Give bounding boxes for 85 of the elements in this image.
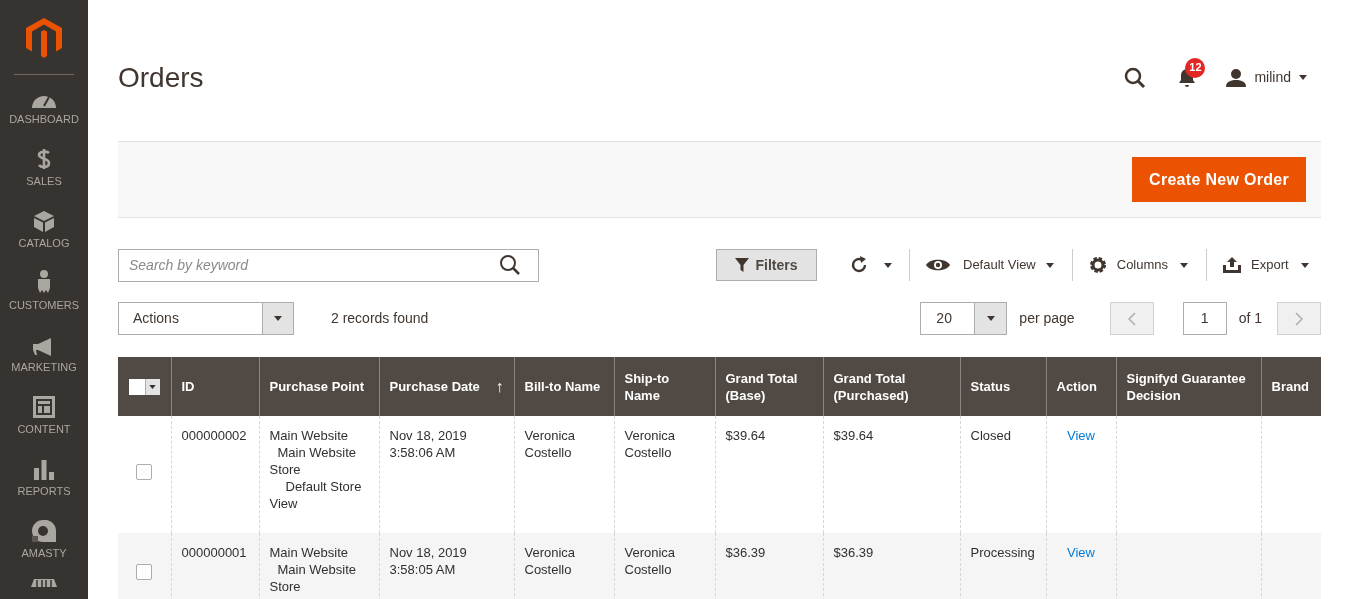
table-cell: Nov 18, 2019 3:58:06 AM [389,428,467,460]
table-cell-text: Main Website [269,544,349,561]
table-cell: 000000002 [181,428,247,443]
table-cell: $36.39 [833,545,874,560]
caret-icon [884,262,892,268]
table-cell: Veronica Costello [624,545,676,577]
user-menu[interactable]: milind [1226,67,1307,88]
create-new-order-button[interactable]: Create New Order [1132,157,1306,202]
caret-icon [1300,262,1309,268]
table-cell: Veronica Costello [624,428,676,460]
export-menu[interactable]: Export [1207,249,1309,281]
view-menu[interactable]: Default View [910,249,1073,281]
page-number-field[interactable]: 1 [1182,302,1227,335]
table-cell-text: Main Website [269,427,349,444]
layout-icon [33,395,55,418]
caret-icon [274,316,282,321]
table-cell: Processing [970,545,1035,560]
box-icon [34,210,54,232]
per-page-dropdown[interactable]: 20 [920,302,1008,335]
letter-a-icon [32,519,56,542]
dollar-icon [37,147,51,170]
person-icon [37,269,51,294]
table-cell: $39.64 [833,428,874,443]
view-link[interactable]: View [1067,545,1095,560]
caret-icon [1299,75,1307,80]
column-header[interactable]: ID [171,357,259,416]
select-all-dropdown[interactable] [128,378,160,395]
sidebar-item[interactable]: CATALOG [0,197,88,259]
columns-menu[interactable]: Columns [1072,249,1208,281]
table-cell-text: Main Website Store [269,561,357,595]
column-header[interactable]: Grand Total (Base) [715,357,823,416]
refresh-button[interactable] [850,249,910,281]
per-page-label: per page [1019,309,1075,328]
page-total: of 1 [1238,309,1262,328]
user-icon [1226,68,1247,87]
sidebar-item[interactable]: SALES [0,135,88,197]
notification-count: 12 [1185,57,1206,78]
table-cell: 000000001 [181,545,247,560]
bar-chart-icon [34,459,54,480]
sidebar-item[interactable]: MARKETING [0,321,88,383]
caret-icon [1180,262,1189,268]
view-link[interactable]: View [1067,428,1095,443]
column-header[interactable]: Grand Total (Purchased) [823,357,960,416]
sort-icon: ↑ [495,378,504,395]
caret-icon [149,384,157,389]
column-header[interactable]: Signifyd Guarantee Decision [1116,357,1261,416]
filter-icon [735,258,750,272]
chevron-right-icon [1295,311,1303,326]
sidebar-item[interactable]: AMASTY [0,507,88,569]
gear-icon [1088,256,1107,274]
upload-icon [1223,257,1242,273]
page-title: Orders [118,60,205,95]
sidebar-item[interactable]: CONTENT [0,383,88,445]
column-header[interactable]: Status [960,357,1046,416]
eye-icon [926,258,950,272]
table-cell: $39.64 [725,428,766,443]
table-cell: $36.39 [725,545,766,560]
logo-icon [26,18,62,58]
table-cell-text: Main Website Store [269,444,357,478]
filters-button[interactable]: Filters [716,249,817,281]
sidebar-item[interactable]: CUSTOMERS [0,259,88,321]
column-header[interactable]: Purchase Point [259,357,379,416]
column-header[interactable]: Action [1046,357,1116,416]
row-checkbox[interactable] [136,563,153,580]
search-field[interactable]: Search by keyword [118,248,539,282]
table-cell-text: Default Store View [269,478,363,512]
column-header[interactable]: Bill-to Name [514,357,614,416]
table-cell: Veronica Costello [524,545,576,577]
actions-dropdown[interactable]: Actions [118,302,294,335]
sidebar-item[interactable]: DASHBOARD [0,73,88,135]
column-header[interactable]: Brand [1261,357,1321,416]
refresh-icon [850,256,868,274]
caret-icon [1045,262,1054,268]
search-icon[interactable] [499,253,521,276]
row-checkbox[interactable] [136,463,153,480]
table-cell: Closed [970,428,1011,443]
table-cell: Veronica Costello [524,428,576,460]
records-count: 2 records found [331,309,430,328]
table-cell: Nov 18, 2019 3:58:05 AM [389,545,467,577]
column-header-label: Purchase Date [389,378,480,395]
chevron-left-icon [1127,311,1136,326]
column-header[interactable]: Ship-to Name [614,357,715,416]
caret-icon [986,316,995,321]
sidebar-item[interactable]: REPORTS [0,445,88,507]
search-icon[interactable] [1124,66,1147,89]
